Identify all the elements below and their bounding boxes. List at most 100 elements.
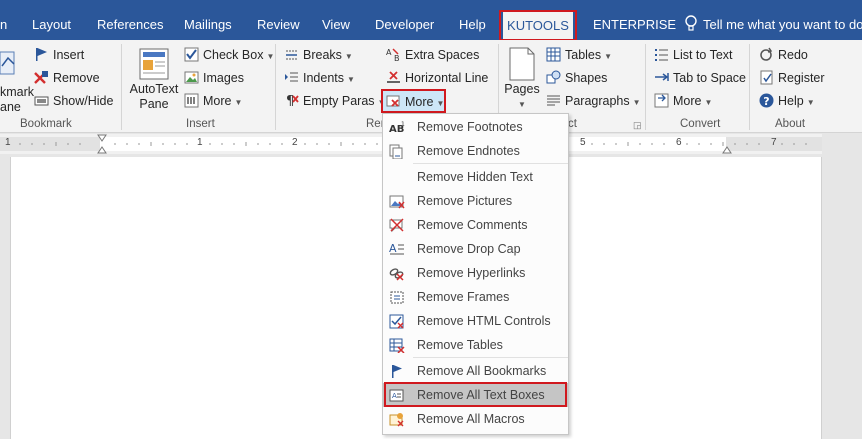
menu-separator — [413, 163, 568, 164]
list-to-text-label: List to Text — [673, 48, 733, 62]
chevron-down-icon: ▼ — [518, 100, 526, 109]
paragraphs-label: Paragraphs — [565, 94, 630, 108]
register-label: Register — [778, 71, 825, 85]
image-icon — [184, 71, 199, 84]
menu-item-remove-all-macros[interactable]: Remove All Macros — [383, 407, 568, 431]
list-to-text-button[interactable]: List to Text — [654, 45, 733, 65]
paragraphs-icon — [547, 95, 560, 106]
picture-icon — [389, 195, 405, 209]
autotext-icon — [139, 48, 169, 80]
svg-text:A: A — [386, 48, 392, 57]
remove-bookmark-button[interactable]: Remove — [34, 68, 100, 88]
menu-item-remove-html-controls[interactable]: Remove HTML Controls — [383, 309, 568, 333]
shapes-button[interactable]: Shapes — [546, 68, 607, 88]
register-button[interactable]: Register — [759, 68, 825, 88]
menu-item-remove-tables[interactable]: Remove Tables — [383, 333, 568, 357]
tab-to-space-button[interactable]: Tab to Space — [654, 68, 746, 88]
ruler-number: 7 — [771, 137, 777, 148]
remove-more-label: More — [405, 95, 434, 109]
images-button[interactable]: Images — [184, 68, 244, 88]
breaks-button[interactable]: Breaks ▼ — [284, 45, 353, 65]
list-icon — [655, 49, 668, 61]
pages-button[interactable]: Pages ▼ — [504, 82, 540, 112]
chevron-down-icon: ▼ — [704, 98, 713, 107]
bookmark-big-icon — [0, 51, 15, 75]
ruler-number: 1 — [5, 137, 11, 148]
extra-spaces-button[interactable]: A B Extra Spaces — [386, 45, 479, 65]
remove-more-button-active[interactable]: More ▼ — [386, 92, 444, 112]
paragraphs-button[interactable]: Paragraphs ▼ — [546, 91, 641, 111]
autotext-pane-button[interactable]: AutoText Pane — [128, 82, 180, 112]
indents-label: Indents — [303, 71, 345, 85]
tables-button[interactable]: Tables ▼ — [546, 45, 612, 65]
remove-more-icon — [386, 95, 400, 107]
endnote-icon — [389, 144, 403, 159]
check-box-label: Check Box — [203, 48, 264, 62]
dialog-launcher-icon[interactable]: ◲ — [633, 120, 642, 131]
menu-item-remove-frames[interactable]: Remove Frames — [383, 285, 568, 309]
menu-item-remove-drop-cap[interactable]: A Remove Drop Cap — [383, 237, 568, 261]
tables-label: Tables — [565, 48, 602, 62]
shapes-icon — [546, 70, 561, 84]
group-separator — [749, 44, 750, 130]
chevron-down-icon: ▼ — [234, 98, 243, 107]
insert-more-label: More — [203, 94, 232, 108]
horizontal-line-label: Horizontal Line — [405, 71, 489, 85]
lightbulb-icon — [685, 15, 697, 31]
bookmark-icon — [392, 365, 402, 378]
indent-icon — [285, 72, 298, 82]
menu-item-remove-endnotes[interactable]: Remove Endnotes — [383, 139, 568, 163]
menu-item-remove-pictures[interactable]: Remove Pictures — [383, 189, 568, 213]
indents-button[interactable]: Indents ▼ — [284, 68, 355, 88]
autotext-label-1: AutoText — [129, 82, 179, 96]
chevron-down-icon: ▼ — [347, 75, 355, 84]
menu-item-remove-hidden-text[interactable]: Remove Hidden Text — [383, 165, 568, 189]
menu-item-label: Remove HTML Controls — [417, 314, 551, 328]
chevron-down-icon: ▼ — [604, 52, 613, 61]
menu-item-label: Remove All Bookmarks — [417, 364, 547, 378]
hyperlink-icon — [389, 268, 404, 281]
show-hide-button[interactable]: Show/Hide — [34, 91, 113, 111]
menu-item-remove-all-bookmarks[interactable]: Remove All Bookmarks — [383, 359, 568, 383]
horizontal-line-icon — [387, 71, 400, 83]
extra-spaces-icon: AB — [386, 48, 400, 62]
bookmark-big-label-2[interactable]: ane — [0, 97, 21, 117]
menu-item-label: Remove Hidden Text — [417, 170, 533, 184]
macro-icon — [389, 413, 404, 427]
help-icon: ? — [759, 93, 774, 108]
insert-more-button[interactable]: More ▼ — [184, 91, 242, 111]
redo-button[interactable]: Redo — [759, 45, 808, 65]
chevron-down-icon: ▼ — [344, 52, 353, 61]
empty-paras-button[interactable]: ¶Empty Paras▼ — [284, 91, 385, 111]
images-label: Images — [203, 71, 244, 85]
remove-bookmark-label: Remove — [53, 71, 100, 85]
text-boxes-item-highlight — [384, 382, 567, 407]
insert-bookmark-label: Insert — [53, 48, 85, 62]
menu-item-remove-hyperlinks[interactable]: Remove Hyperlinks — [383, 261, 568, 285]
help-button[interactable]: ? Help ▼ — [759, 91, 815, 111]
insert-bookmark-button[interactable]: Insert — [34, 45, 84, 65]
tab-to-space-label: Tab to Space — [673, 71, 746, 85]
check-box-button[interactable]: Check Box ▼ — [184, 45, 274, 65]
menu-item-remove-footnotes[interactable]: AB 1 Remove Footnotes — [383, 115, 568, 139]
chevron-down-icon: ▼ — [266, 52, 275, 61]
pages-icon — [509, 47, 535, 81]
menu-item-label: Remove Tables — [417, 338, 503, 352]
pages-label: Pages — [504, 82, 540, 96]
frame-icon — [390, 291, 404, 304]
svg-text:?: ? — [763, 95, 769, 108]
layout-group-label: ct — [568, 118, 577, 130]
menu-item-label: Remove Drop Cap — [417, 242, 521, 256]
menu-item-label: Remove Endnotes — [417, 144, 520, 158]
group-separator — [121, 44, 122, 130]
menu-item-label: Remove Frames — [417, 290, 510, 304]
remove-icon — [34, 71, 48, 84]
show-hide-label: Show/Hide — [53, 94, 114, 108]
about-group-label: About — [775, 118, 806, 130]
svg-text:B: B — [394, 54, 400, 62]
convert-more-button[interactable]: More ▼ — [654, 91, 712, 111]
extra-spaces-label: Extra Spaces — [405, 48, 480, 62]
horizontal-line-button[interactable]: Horizontal Line — [386, 68, 488, 88]
ruler-number: 2 — [292, 137, 298, 148]
menu-item-remove-comments[interactable]: Remove Comments — [383, 213, 568, 237]
